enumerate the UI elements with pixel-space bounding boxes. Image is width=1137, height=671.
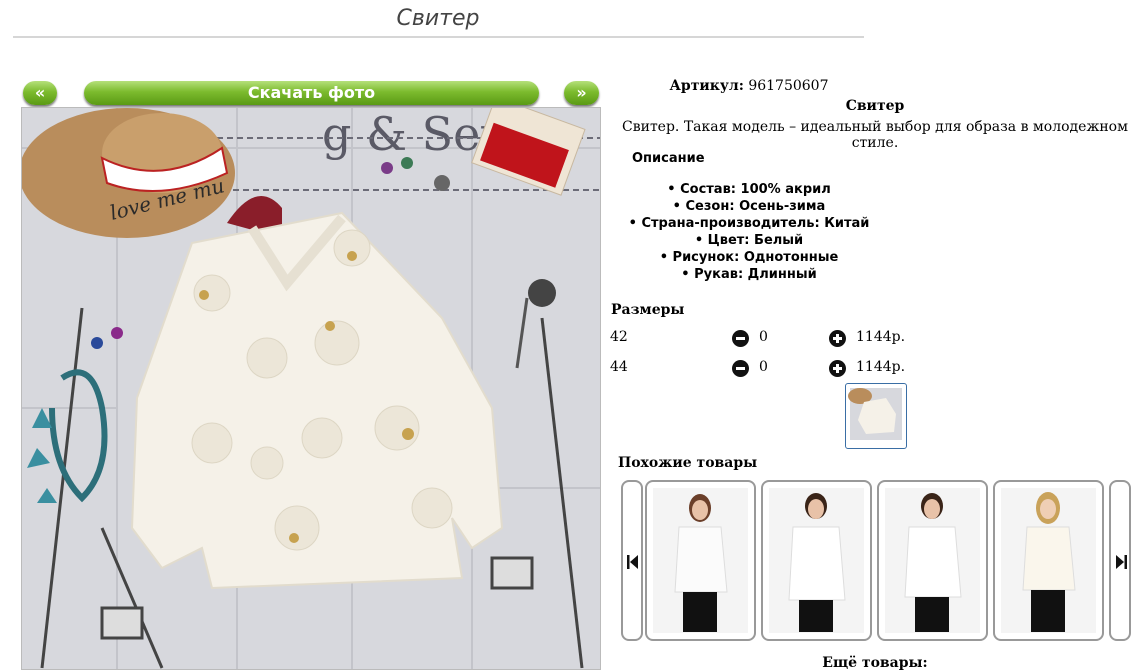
product-photo[interactable]: g & Sew love me mu — [21, 107, 601, 670]
property-list: Состав: 100% акрил Сезон: Осень-зима Стр… — [608, 181, 890, 283]
skip-forward-icon — [1116, 555, 1127, 569]
sku-value: 961750607 — [748, 78, 829, 94]
size-label: 42 — [610, 329, 628, 345]
property-item: Состав: 100% акрил — [608, 181, 890, 198]
title-divider — [13, 36, 864, 38]
product-sku: Артикул: 961750607 — [608, 78, 890, 94]
property-item: Рукав: Длинный — [608, 266, 890, 283]
property-item: Цвет: Белый — [608, 232, 890, 249]
page-title: Свитер — [396, 6, 480, 31]
prev-photo-button[interactable]: « — [23, 81, 57, 105]
quantity-value: 0 — [759, 329, 768, 345]
model-photo — [769, 488, 864, 633]
model-photo — [885, 488, 980, 633]
next-photo-button[interactable]: » — [564, 81, 599, 105]
similar-item-card[interactable] — [645, 480, 756, 641]
sizes-heading: Размеры — [611, 302, 685, 318]
more-heading: Ещё товары: — [822, 655, 928, 671]
similar-item-card[interactable] — [761, 480, 872, 641]
similar-item-card[interactable] — [993, 480, 1104, 641]
skip-back-icon — [627, 555, 638, 569]
quantity-value: 0 — [759, 359, 768, 375]
minus-icon[interactable] — [732, 330, 749, 347]
product-name: Свитер — [845, 98, 905, 114]
photo-thumbnail[interactable] — [845, 383, 907, 449]
download-photo-button[interactable]: Скачать фото — [84, 81, 539, 105]
sweater-photo-illustration: g & Sew love me mu — [22, 108, 600, 669]
description-heading: Описание — [632, 151, 705, 166]
product-summary: Свитер. Такая модель – идеальный выбор д… — [622, 119, 1128, 151]
property-item: Страна-производитель: Китай — [608, 215, 890, 232]
model-photo — [653, 488, 748, 633]
property-item: Сезон: Осень-зима — [608, 198, 890, 215]
plus-icon[interactable] — [829, 330, 846, 347]
size-label: 44 — [610, 359, 628, 375]
size-price: 1144р. — [856, 359, 906, 375]
property-item: Рисунок: Однотонные — [608, 249, 890, 266]
thumbnail-image — [848, 388, 902, 440]
model-photo — [1001, 488, 1096, 633]
size-price: 1144р. — [856, 329, 906, 345]
minus-icon[interactable] — [732, 360, 749, 377]
plus-icon[interactable] — [829, 360, 846, 377]
similar-item-card[interactable] — [877, 480, 988, 641]
carousel-next-button[interactable] — [1109, 480, 1131, 641]
similar-heading: Похожие товары — [618, 455, 758, 471]
carousel-prev-button[interactable] — [621, 480, 643, 641]
sku-label: Артикул: — [669, 78, 744, 94]
